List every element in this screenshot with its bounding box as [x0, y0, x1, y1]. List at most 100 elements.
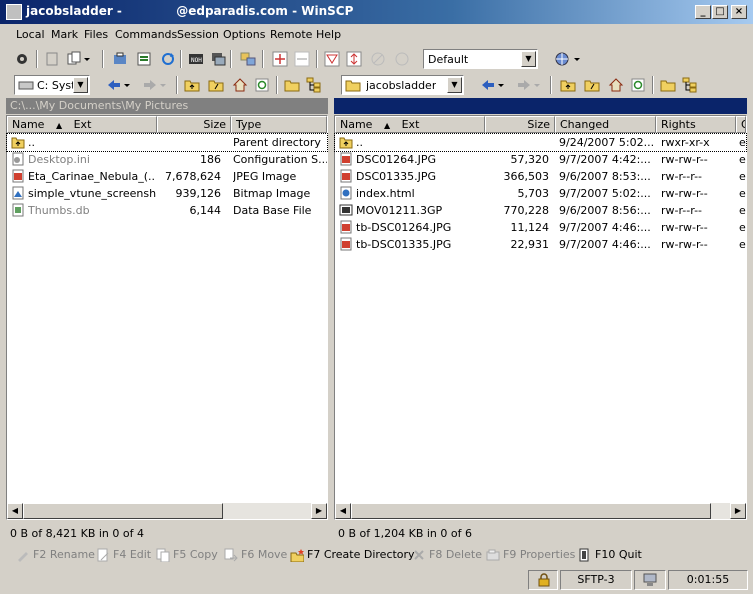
remote-file-panel[interactable]: Name ▲ Ext Size Changed Rights O .. 9/24/…: [334, 115, 747, 520]
remote-file-row[interactable]: MOV01211.3GP 770,228 9/6/2007 8:56:... rw-r…: [335, 202, 746, 219]
scroll-thumb[interactable]: [23, 503, 223, 519]
disabled-tool-button[interactable]: [368, 49, 388, 69]
column-owner[interactable]: O: [736, 116, 746, 133]
remote-back-button[interactable]: [478, 75, 498, 95]
title-bar[interactable]: jacobsladder - @edparadis.com - WinSCP _…: [0, 0, 753, 24]
column-size[interactable]: Size: [157, 116, 231, 133]
remote-file-row[interactable]: .. 9/24/2007 5:02... rwxr-xr-x e: [334, 133, 747, 152]
file-name: ..: [28, 136, 35, 149]
session-button[interactable]: [552, 49, 572, 69]
local-root-dir-button[interactable]: [206, 75, 226, 95]
remote-home-button[interactable]: [606, 75, 626, 95]
remote-root-dir-button[interactable]: [582, 75, 602, 95]
console-button[interactable]: NOH: [186, 49, 206, 69]
remote-open-dir-button[interactable]: [658, 75, 678, 95]
disabled-tool-button[interactable]: [392, 49, 412, 69]
fkey-f10-button[interactable]: F10 Quit: [578, 546, 642, 564]
sort-button[interactable]: [344, 49, 364, 69]
remote-file-row[interactable]: tb-DSC01335.JPG 22,931 9/7/2007 4:46:... rw…: [335, 236, 746, 253]
filter-button[interactable]: [322, 49, 342, 69]
menu-options[interactable]: Options: [223, 28, 265, 41]
queue-button[interactable]: [42, 49, 62, 69]
compare-directories-button[interactable]: [134, 49, 154, 69]
close-button[interactable]: ×: [731, 5, 747, 19]
local-back-button[interactable]: [104, 75, 124, 95]
remote-directory-combo[interactable]: jacobsladder ▼: [341, 75, 464, 95]
local-back-dropdown[interactable]: [122, 75, 134, 95]
winscp-app-icon[interactable]: [6, 4, 22, 20]
scroll-right-button[interactable]: ▶: [730, 503, 746, 519]
menu-files[interactable]: Files: [84, 28, 108, 41]
remote-forward-dropdown[interactable]: [532, 75, 544, 95]
local-refresh-button[interactable]: [252, 75, 272, 95]
local-file-row[interactable]: .. Parent directory: [6, 133, 328, 152]
local-parent-dir-button[interactable]: [182, 75, 202, 95]
fkey-f8-button[interactable]: F8 Delete: [412, 546, 482, 564]
column-type[interactable]: Type: [231, 116, 327, 133]
chevron-down-icon[interactable]: ▼: [447, 77, 462, 93]
fkey-f6-button[interactable]: F6 Move: [224, 546, 287, 564]
remote-tree-button[interactable]: [680, 75, 700, 95]
refresh-button[interactable]: [158, 49, 178, 69]
remote-file-row[interactable]: index.html 5,703 9/7/2007 5:02:... rw-rw-r-…: [335, 185, 746, 202]
remote-file-row[interactable]: DSC01335.JPG 366,503 9/6/2007 8:53:... rw-r…: [335, 168, 746, 185]
menu-session[interactable]: Session: [177, 28, 219, 41]
column-name[interactable]: Name ▲ Ext: [7, 116, 157, 133]
fkey-f2-button[interactable]: F2 Rename: [16, 546, 95, 564]
session-dropdown[interactable]: [572, 49, 584, 69]
fkey-f7-button[interactable]: F7 Create Directory: [290, 546, 415, 564]
copy-settings-dropdown[interactable]: [82, 49, 94, 69]
scroll-left-button[interactable]: ◀: [335, 503, 351, 519]
column-rights[interactable]: Rights: [656, 116, 736, 133]
local-open-dir-button[interactable]: [282, 75, 302, 95]
putty-button[interactable]: [208, 49, 228, 69]
local-file-panel[interactable]: Name ▲ Ext Size Type .. Parent directory D…: [6, 115, 328, 520]
menu-commands[interactable]: Commands: [115, 28, 177, 41]
remote-back-dropdown[interactable]: [496, 75, 508, 95]
fkey-f4-button[interactable]: F4 Edit: [96, 546, 151, 564]
unselect-files-button[interactable]: [292, 49, 312, 69]
chevron-down-icon[interactable]: ▼: [521, 51, 536, 67]
fkey-label: F6 Move: [241, 548, 288, 561]
menu-local[interactable]: Local: [16, 28, 45, 41]
properties-icon: [486, 549, 500, 561]
profile-combo[interactable]: Default ▼: [423, 49, 538, 69]
remote-horizontal-scrollbar[interactable]: ◀ ▶: [335, 503, 746, 519]
remote-forward-button[interactable]: [514, 75, 534, 95]
copy-settings-button[interactable]: [64, 49, 84, 69]
select-files-button[interactable]: [270, 49, 290, 69]
local-file-row[interactable]: simple_vtune_screensh... 939,126 Bitmap Im…: [7, 185, 327, 202]
local-file-row[interactable]: Thumbs.db 6,144 Data Base File: [7, 202, 327, 219]
local-drive-combo[interactable]: C: Syst ▼: [14, 75, 90, 95]
menu-mark[interactable]: Mark: [51, 28, 78, 41]
remote-file-row[interactable]: DSC01264.JPG 57,320 9/7/2007 4:42:... rw-rw…: [335, 151, 746, 168]
local-forward-dropdown[interactable]: [158, 75, 170, 95]
maximize-button[interactable]: □: [712, 5, 728, 19]
preferences-button[interactable]: [12, 49, 32, 69]
transfer-settings-button[interactable]: [238, 49, 258, 69]
column-changed[interactable]: Changed: [555, 116, 656, 133]
scroll-thumb[interactable]: [351, 503, 711, 519]
local-forward-button[interactable]: [140, 75, 160, 95]
remote-file-row[interactable]: tb-DSC01264.JPG 11,124 9/7/2007 4:46:... rw…: [335, 219, 746, 236]
menu-remote[interactable]: Remote: [270, 28, 312, 41]
jpeg-file-icon: [339, 220, 353, 234]
remote-refresh-button[interactable]: [628, 75, 648, 95]
fkey-f9-button[interactable]: F9 Properties: [486, 546, 575, 564]
local-file-row[interactable]: Desktop.ini 186 Configuration S...: [7, 151, 327, 168]
scroll-right-button[interactable]: ▶: [311, 503, 327, 519]
fkey-f5-button[interactable]: F5 Copy: [156, 546, 218, 564]
synchronize-button[interactable]: [110, 49, 130, 69]
column-size[interactable]: Size: [485, 116, 555, 133]
column-name[interactable]: Name ▲ Ext: [335, 116, 485, 133]
minimize-button[interactable]: _: [695, 5, 711, 19]
chevron-down-icon[interactable]: ▼: [73, 77, 88, 93]
remote-parent-dir-button[interactable]: [558, 75, 578, 95]
local-home-button[interactable]: [230, 75, 250, 95]
scroll-left-button[interactable]: ◀: [7, 503, 23, 519]
local-horizontal-scrollbar[interactable]: ◀ ▶: [7, 503, 327, 519]
local-tree-button[interactable]: [304, 75, 324, 95]
menu-help[interactable]: Help: [316, 28, 341, 41]
local-file-row[interactable]: Eta_Carinae_Nebula_(... 7,678,624 JPEG Ima…: [7, 168, 327, 185]
tree-icon: [682, 77, 697, 93]
